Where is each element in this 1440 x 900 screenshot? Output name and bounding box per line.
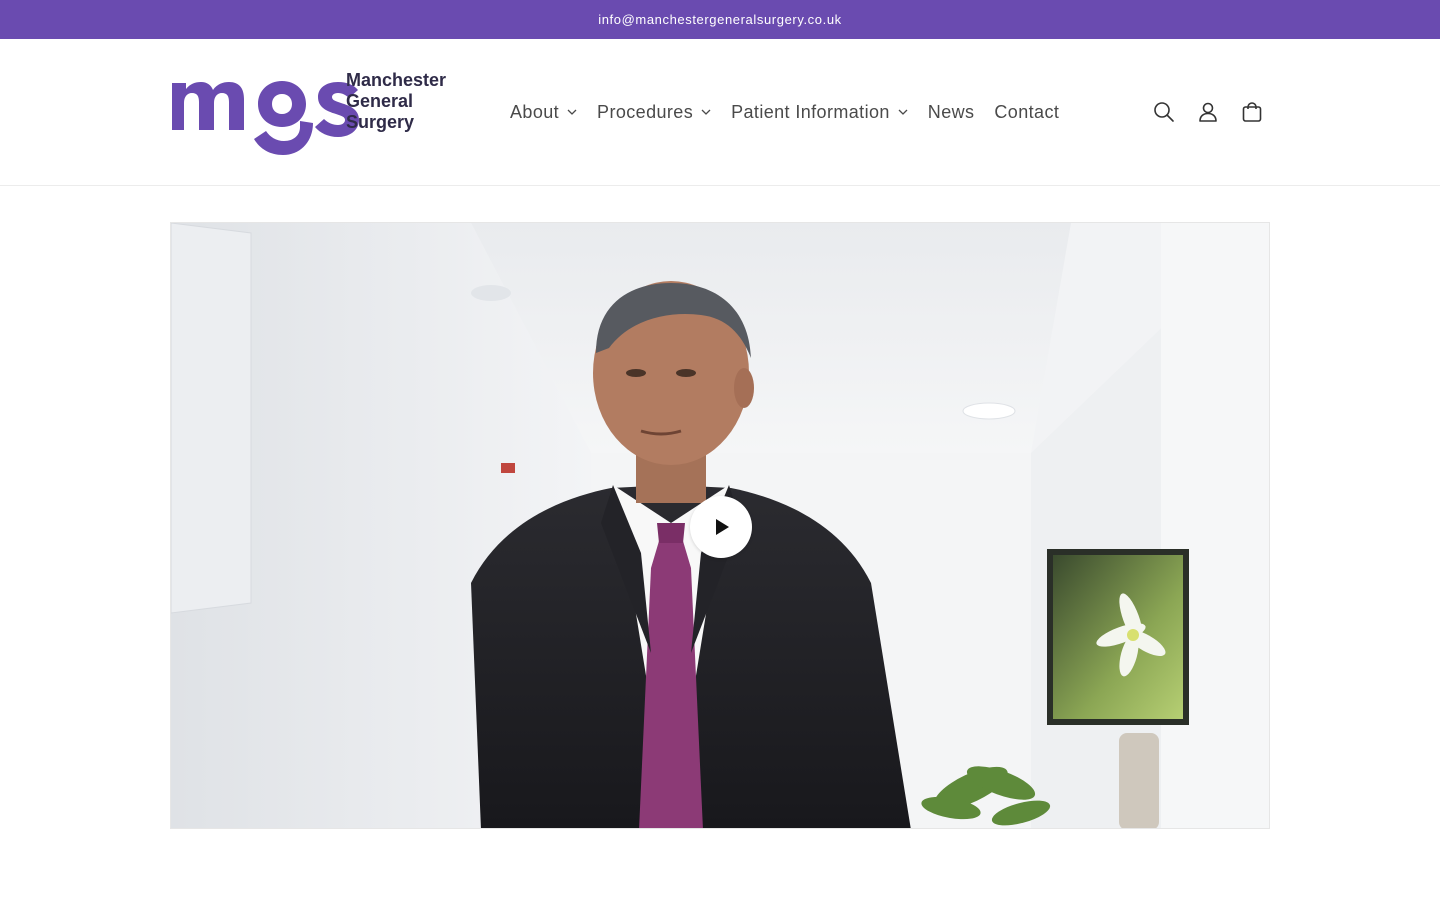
nav-item-procedures[interactable]: Procedures (597, 102, 711, 123)
nav-item-label: News (927, 101, 975, 122)
play-icon (716, 519, 729, 535)
nav-item-label: Procedures (597, 101, 694, 122)
cart-button[interactable] (1238, 98, 1266, 126)
announcement-bar: info@manchestergeneralsurgery.co.uk (0, 0, 1440, 39)
header-icons (1150, 97, 1282, 127)
logo-line-1: Manchester (346, 70, 447, 90)
chevron-down-icon (898, 107, 908, 117)
main-nav: About Procedures Patient Information New… (510, 97, 1079, 127)
account-icon (1199, 102, 1217, 122)
chevron-down-icon (701, 107, 711, 117)
nav-item-contact[interactable]: Contact (994, 102, 1059, 123)
cart-icon (1242, 102, 1262, 122)
site-header: Manchester General Surgery About Procedu… (0, 39, 1440, 186)
nav-item-label: Patient Information (731, 101, 890, 122)
logo-line-2: General (346, 91, 414, 111)
chevron-down-icon (567, 107, 577, 117)
announcement-email-link[interactable]: info@manchestergeneralsurgery.co.uk (598, 12, 842, 27)
play-button[interactable] (690, 496, 752, 558)
search-button[interactable] (1150, 98, 1178, 126)
nav-item-label: About (510, 101, 560, 122)
logo-wordmark: Manchester General Surgery (346, 70, 446, 133)
hero-video[interactable] (170, 222, 1270, 829)
logo-line-3: Surgery (346, 112, 415, 132)
account-button[interactable] (1194, 98, 1222, 126)
nav-item-patient-information[interactable]: Patient Information (731, 102, 908, 123)
nav-item-news[interactable]: News (928, 102, 975, 123)
search-icon (1154, 102, 1174, 122)
nav-item-about[interactable]: About (510, 102, 577, 123)
nav-item-label: Contact (994, 101, 1060, 122)
